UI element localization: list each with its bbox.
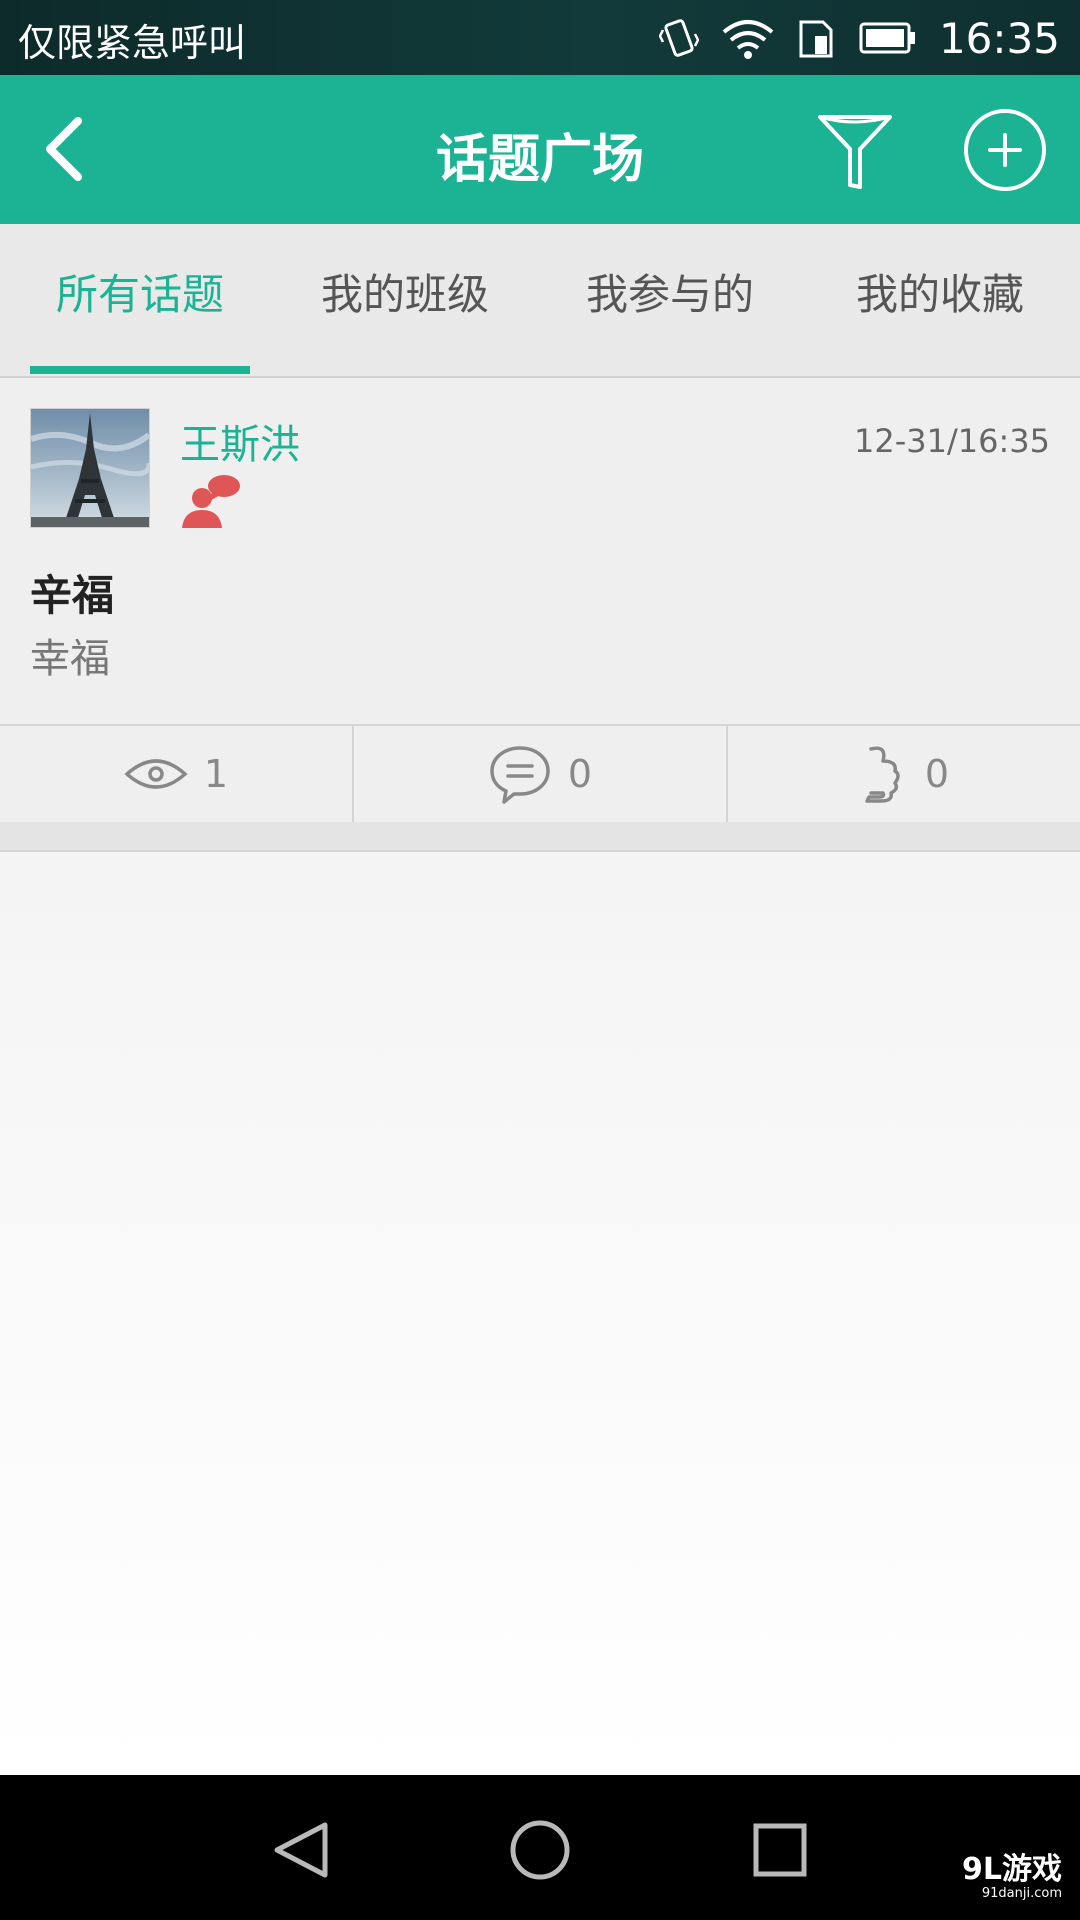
watermark-site: 91danji.com — [981, 1886, 1062, 1901]
battery-icon — [859, 22, 915, 54]
filter-button[interactable] — [810, 105, 900, 195]
author-name[interactable]: 王斯洪 — [180, 412, 300, 470]
back-nav-button[interactable] — [265, 1815, 335, 1885]
likes-count: 0 — [924, 752, 950, 796]
filter-icon — [818, 115, 892, 189]
sim-icon — [799, 20, 833, 58]
comments-stat[interactable]: 0 — [354, 726, 726, 822]
triangle-back-icon — [274, 1822, 328, 1878]
page-title: 话题广场 — [435, 130, 644, 190]
tab-my-favorites[interactable]: 我的收藏 — [800, 224, 1080, 374]
wifi-icon — [722, 20, 774, 59]
list-separator — [0, 822, 1080, 852]
tab-label: 我的收藏 — [855, 270, 1024, 319]
tab-my-class[interactable]: 我的班级 — [270, 224, 540, 374]
post-stats-bar: 1 0 0 — [0, 724, 1080, 824]
vibrate-icon — [658, 19, 699, 57]
comments-count: 0 — [567, 752, 593, 796]
tab-label: 所有话题 — [55, 270, 224, 319]
square-recents-icon — [753, 1823, 807, 1877]
active-tab-indicator — [30, 366, 250, 374]
tab-my-participation[interactable]: 我参与的 — [535, 224, 805, 374]
post-title: 辛福 — [30, 571, 115, 620]
views-count: 1 — [203, 752, 229, 796]
status-bar: 仅限紧急呼叫 16:35 — [0, 0, 1080, 75]
tab-all-topics[interactable]: 所有话题 — [0, 224, 280, 374]
post-timestamp: 12-31/16:35 — [854, 422, 1050, 460]
thumbs-up-icon — [865, 746, 900, 803]
comment-bubble-icon — [490, 746, 550, 804]
plus-circle-icon — [964, 109, 1046, 191]
tab-label: 我参与的 — [585, 270, 754, 319]
add-topic-button[interactable] — [960, 105, 1050, 195]
recents-nav-button[interactable] — [745, 1815, 815, 1885]
tab-label: 我的班级 — [320, 270, 489, 319]
carrier-text: 仅限紧急呼叫 — [18, 21, 247, 65]
app-bar: 话题广场 — [0, 75, 1080, 224]
tab-bar: 所有话题 我的班级 我参与的 我的收藏 — [0, 224, 1080, 378]
eye-icon — [124, 759, 188, 789]
eiffel-tower-avatar-image — [31, 409, 149, 527]
views-stat[interactable]: 1 — [0, 726, 352, 822]
watermark-brand: 9L游戏 — [962, 1852, 1062, 1887]
home-nav-button[interactable] — [505, 1815, 575, 1885]
speaker-role-icon — [182, 475, 240, 528]
avatar[interactable] — [30, 408, 150, 528]
topic-card[interactable]: 王斯洪 12-31/16:35 辛福 幸福 — [0, 378, 1080, 724]
status-icons: 16:35 — [658, 8, 1060, 68]
post-body: 幸福 — [30, 636, 110, 682]
circle-home-icon — [510, 1820, 570, 1880]
topic-list: 王斯洪 12-31/16:35 辛福 幸福 1 0 0 — [0, 378, 1080, 1775]
clock: 16:35 — [938, 13, 1060, 63]
likes-stat[interactable]: 0 — [728, 726, 1080, 822]
system-navigation-bar: 9L游戏 91danji.com — [0, 1775, 1080, 1920]
watermark: 9L游戏 91danji.com — [962, 1855, 1062, 1903]
